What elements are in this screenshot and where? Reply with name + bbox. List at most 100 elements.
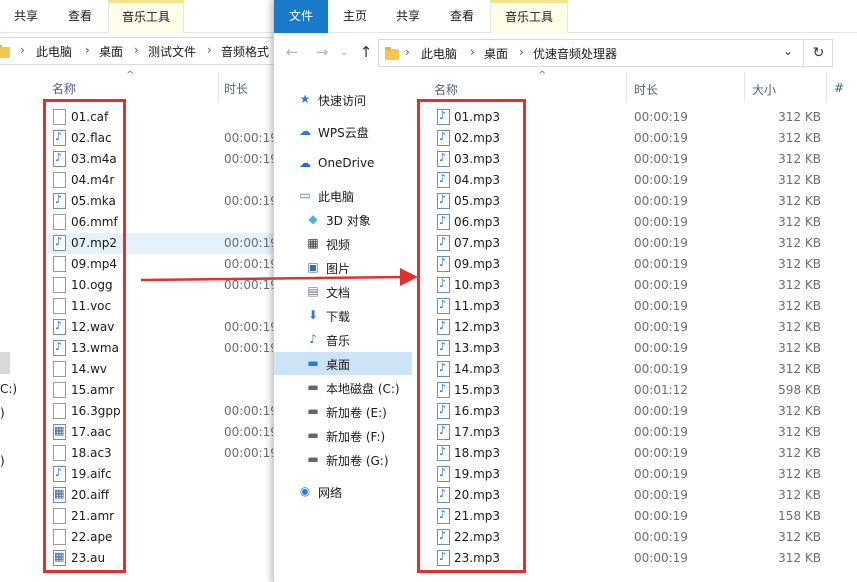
sort-up-icon: ^ bbox=[126, 70, 135, 81]
chevron-right-icon: › bbox=[207, 43, 212, 57]
column-divider[interactable] bbox=[218, 72, 219, 102]
breadcrumb-this-pc[interactable]: 此电脑 bbox=[421, 45, 457, 62]
file-duration: 00:00:19 bbox=[224, 404, 278, 418]
recent-locations-icon[interactable]: ⌄ bbox=[334, 42, 354, 62]
file-duration: 00:00:19 bbox=[224, 194, 278, 208]
file-duration: 00:00:19 bbox=[634, 488, 688, 502]
file-duration: 00:00:19 bbox=[634, 152, 688, 166]
up-arrow-icon[interactable]: ↑ bbox=[356, 42, 376, 62]
address-bar[interactable]: › 此电脑 › 桌面 › 测试文件 › 音频格式 bbox=[0, 37, 280, 65]
file-duration: 00:00:19 bbox=[634, 257, 688, 271]
refresh-icon: ↻ bbox=[812, 45, 825, 61]
column-divider[interactable] bbox=[826, 72, 827, 102]
file-duration: 00:00:19 bbox=[224, 152, 278, 166]
file-size: 158 KB bbox=[778, 509, 821, 523]
ribbon-tabs: 共享 查看 音乐工具 bbox=[0, 0, 280, 33]
tab-share[interactable]: 共享 bbox=[382, 0, 434, 33]
file-duration: 00:00:19 bbox=[224, 278, 278, 292]
back-explorer-window: 共享 查看 音乐工具 › 此电脑 › 桌面 › 测试文件 › 音频格式 ^ 名称… bbox=[0, 0, 280, 582]
tab-music-tools[interactable]: 音乐工具 bbox=[108, 0, 184, 33]
tab-share[interactable]: 共享 bbox=[0, 0, 52, 33]
file-size: 312 KB bbox=[778, 236, 821, 250]
tab-home[interactable]: 主页 bbox=[330, 0, 380, 33]
column-divider[interactable] bbox=[744, 72, 745, 102]
chevron-right-icon: › bbox=[470, 45, 475, 59]
chevron-right-icon: › bbox=[405, 45, 410, 59]
address-bar[interactable]: › 此电脑 › 桌面 › 优速音频处理器 ⌄ bbox=[378, 39, 804, 67]
file-size: 312 KB bbox=[778, 467, 821, 481]
file-size: 312 KB bbox=[778, 530, 821, 544]
file-size: 598 KB bbox=[778, 383, 821, 397]
file-size: 312 KB bbox=[778, 110, 821, 124]
file-size: 312 KB bbox=[778, 320, 821, 334]
file-size: 312 KB bbox=[778, 341, 821, 355]
file-duration: 00:00:19 bbox=[634, 194, 688, 208]
file-duration: 00:00:19 bbox=[634, 236, 688, 250]
sort-up-icon: ^ bbox=[538, 70, 547, 81]
file-duration: 00:00:19 bbox=[224, 341, 278, 355]
file-duration: 00:00:19 bbox=[224, 131, 278, 145]
file-size: 312 KB bbox=[778, 194, 821, 208]
breadcrumb-test-files[interactable]: 测试文件 bbox=[148, 43, 196, 60]
column-duration[interactable]: 时长 bbox=[224, 80, 248, 97]
column-number[interactable]: # bbox=[834, 81, 844, 95]
address-dropdown-icon[interactable]: ⌄ bbox=[783, 44, 793, 58]
column-duration[interactable]: 时长 bbox=[634, 81, 658, 98]
file-duration: 00:00:19 bbox=[224, 257, 278, 271]
chevron-right-icon: › bbox=[134, 43, 139, 57]
file-duration: 00:00:19 bbox=[224, 446, 278, 460]
breadcrumb-this-pc[interactable]: 此电脑 bbox=[36, 43, 72, 60]
file-duration: 00:00:19 bbox=[634, 215, 688, 229]
file-duration: 00:00:19 bbox=[634, 299, 688, 313]
nav-drive-g-partial[interactable]: ) bbox=[0, 454, 5, 468]
breadcrumb-audio-formats[interactable]: 音频格式 bbox=[221, 43, 269, 60]
tab-file[interactable]: 文件 bbox=[274, 0, 328, 33]
file-size: 312 KB bbox=[778, 404, 821, 418]
nav-selected-item[interactable] bbox=[0, 352, 10, 374]
column-header: ^ 名称 时长 bbox=[0, 70, 280, 106]
file-duration: 00:00:19 bbox=[634, 320, 688, 334]
back-arrow-icon[interactable]: ← bbox=[282, 42, 302, 62]
file-duration: 00:00:19 bbox=[634, 341, 688, 355]
file-duration: 00:00:19 bbox=[634, 173, 688, 187]
column-name[interactable]: 名称 bbox=[52, 80, 76, 97]
file-duration: 00:00:19 bbox=[634, 467, 688, 481]
file-duration: 00:00:19 bbox=[634, 530, 688, 544]
file-duration: 00:00:19 bbox=[634, 446, 688, 460]
nav-drive-c-partial[interactable]: C:) bbox=[0, 382, 17, 396]
tab-music-tools[interactable]: 音乐工具 bbox=[490, 0, 568, 33]
tab-view[interactable]: 查看 bbox=[436, 0, 488, 33]
file-size: 312 KB bbox=[778, 131, 821, 145]
breadcrumb-desktop[interactable]: 桌面 bbox=[99, 43, 123, 60]
file-size: 312 KB bbox=[778, 488, 821, 502]
tab-view[interactable]: 查看 bbox=[54, 0, 106, 33]
file-duration: 00:00:19 bbox=[634, 362, 688, 376]
file-size: 312 KB bbox=[778, 215, 821, 229]
breadcrumb-desktop[interactable]: 桌面 bbox=[484, 45, 508, 62]
file-duration: 00:00:19 bbox=[634, 278, 688, 292]
ribbon-tabs: 文件 主页 共享 查看 音乐工具 bbox=[274, 0, 857, 33]
chevron-right-icon: › bbox=[85, 43, 90, 57]
forward-arrow-icon[interactable]: → bbox=[312, 42, 332, 62]
file-size: 312 KB bbox=[778, 551, 821, 565]
nav-drive-e-partial[interactable]: ) bbox=[0, 406, 5, 420]
file-size: 312 KB bbox=[778, 173, 821, 187]
file-size: 312 KB bbox=[778, 425, 821, 439]
folder-icon bbox=[0, 45, 10, 58]
file-size: 312 KB bbox=[778, 446, 821, 460]
file-duration: 00:00:19 bbox=[634, 551, 688, 565]
file-size: 312 KB bbox=[778, 278, 821, 292]
front-explorer-window: 文件 主页 共享 查看 音乐工具 ← → ⌄ ↑ › 此电脑 › 桌面 › 优速… bbox=[273, 0, 857, 582]
column-divider[interactable] bbox=[626, 72, 627, 102]
file-duration: 00:00:19 bbox=[634, 131, 688, 145]
breadcrumb-current-folder[interactable]: 优速音频处理器 bbox=[533, 45, 617, 62]
file-duration: 00:00:19 bbox=[634, 425, 688, 439]
file-size: 312 KB bbox=[778, 299, 821, 313]
column-size[interactable]: 大小 bbox=[752, 81, 776, 98]
file-duration: 00:01:12 bbox=[634, 383, 688, 397]
file-duration: 00:00:19 bbox=[224, 236, 278, 250]
file-duration: 00:00:19 bbox=[224, 425, 278, 439]
refresh-button[interactable]: ↻ bbox=[805, 39, 833, 67]
file-duration: 00:00:19 bbox=[634, 404, 688, 418]
column-name[interactable]: 名称 bbox=[434, 81, 458, 98]
